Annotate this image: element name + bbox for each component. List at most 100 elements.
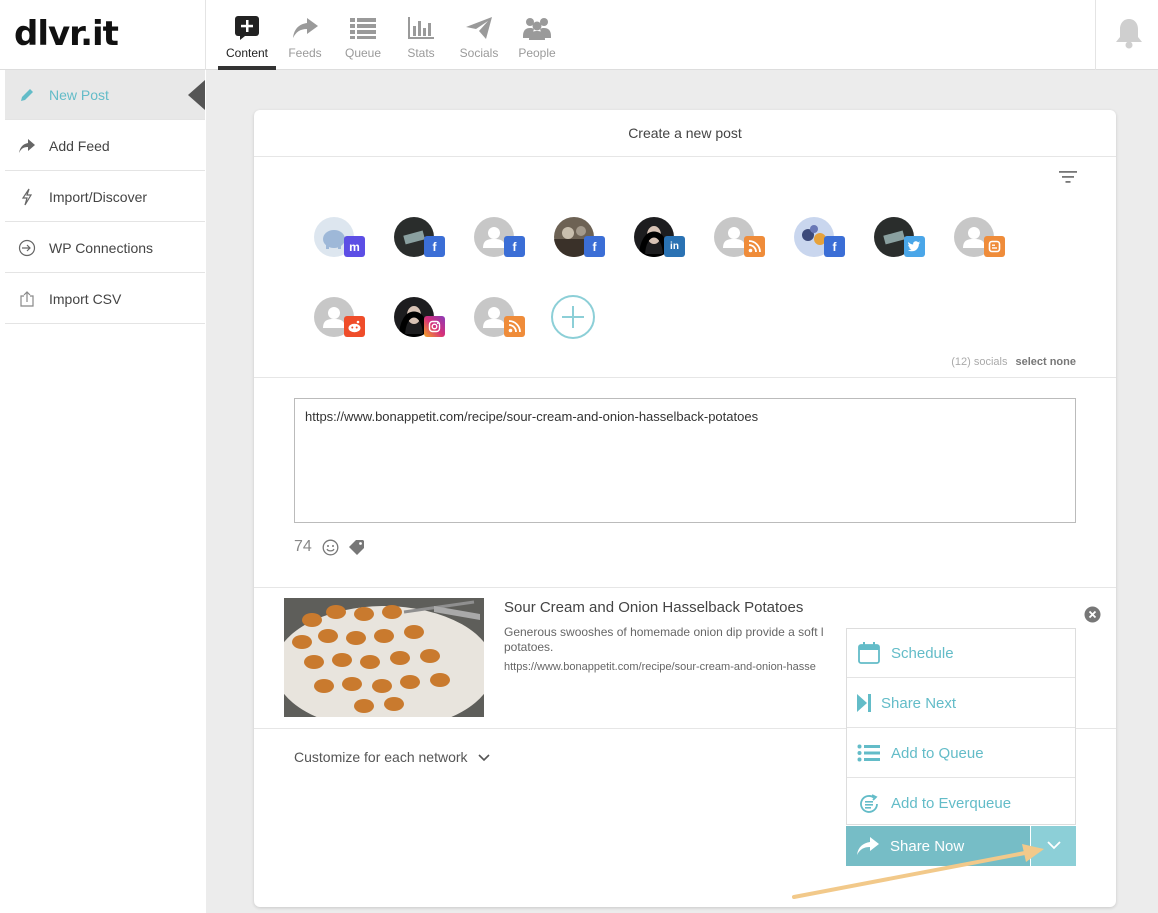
share-now-button[interactable]: Share Now <box>846 826 1030 866</box>
nav-label: Socials <box>459 46 499 60</box>
bar-chart-icon <box>407 16 435 45</box>
divider <box>254 377 1116 378</box>
social-avatar-facebook[interactable]: f <box>794 217 845 257</box>
menu-item-label: Share Next <box>881 694 957 712</box>
preview-url: https://www.bonappetit.com/recipe/sour-c… <box>504 661 816 673</box>
paper-plane-icon <box>465 16 493 45</box>
top-bar: dlvr.it Content Feeds Queue Stats Social… <box>0 0 1158 70</box>
twitter-icon <box>904 236 925 257</box>
facebook-icon: f <box>584 236 605 257</box>
reddit-icon <box>344 316 365 337</box>
social-avatar-rss[interactable] <box>714 217 765 257</box>
share-options-toggle[interactable] <box>1031 826 1076 866</box>
social-avatar-facebook[interactable]: f <box>394 217 445 257</box>
sidebar-item-label: Import/Discover <box>49 188 148 205</box>
customize-toggle[interactable]: Customize for each network <box>294 749 490 765</box>
upload-icon <box>5 290 49 308</box>
linkedin-icon: in <box>664 236 685 257</box>
character-counter: 74 <box>294 538 312 555</box>
social-avatar-linkedin[interactable]: in <box>634 217 685 257</box>
filter-icon[interactable] <box>1058 170 1078 189</box>
sign-in-icon <box>5 239 49 257</box>
nav-people[interactable]: People <box>508 0 566 70</box>
preview-thumbnail <box>284 598 484 717</box>
social-avatar-mastodon[interactable]: m <box>314 217 365 257</box>
chevron-down-icon <box>1046 837 1061 855</box>
social-avatar-blogger[interactable] <box>954 217 1005 257</box>
list-icon <box>349 16 377 45</box>
lightning-icon <box>5 188 49 206</box>
share-arrow-icon <box>846 836 890 856</box>
list-icon <box>847 744 891 762</box>
nav-label: People <box>518 46 556 60</box>
menu-item-label: Add to Everqueue <box>891 795 1012 812</box>
nav-feeds[interactable]: Feeds <box>276 0 334 70</box>
divider <box>254 587 1116 588</box>
instagram-icon <box>424 316 445 337</box>
sidebar-item-label: New Post <box>49 86 109 103</box>
menu-item-schedule[interactable]: Schedule <box>847 629 1075 678</box>
nav-label: Queue <box>344 46 382 60</box>
nav-label: Content <box>225 46 269 60</box>
sidebar-item-import-csv[interactable]: Import CSV <box>5 274 205 324</box>
share-arrow-icon <box>291 16 319 45</box>
share-options-menu: Schedule Share Next Add to Queue Add to … <box>846 628 1076 825</box>
close-icon[interactable] <box>1084 606 1101 628</box>
social-avatar-twitter[interactable] <box>874 217 925 257</box>
select-none-link[interactable]: select none <box>1015 356 1076 368</box>
nav-content[interactable]: Content <box>218 0 276 70</box>
menu-item-label: Add to Queue <box>891 744 984 762</box>
refresh-list-icon <box>847 793 891 815</box>
socials-count: (12) socials select none <box>951 356 1076 368</box>
sidebar-item-new-post[interactable]: New Post <box>5 70 205 120</box>
menu-item-label: Schedule <box>891 644 954 662</box>
share-arrow-icon <box>5 138 49 154</box>
main-nav: Content Feeds Queue Stats Socials People <box>218 0 566 70</box>
preview-title: Sour Cream and Onion Hasselback Potatoes <box>504 599 804 616</box>
nav-queue[interactable]: Queue <box>334 0 392 70</box>
plus-square-icon <box>234 16 260 45</box>
sidebar-item-wp-connections[interactable]: WP Connections <box>5 223 205 273</box>
sidebar: New Post Add Feed Import/Discover WP Con… <box>0 70 206 913</box>
chevron-down-icon <box>477 749 490 765</box>
facebook-icon: f <box>824 236 845 257</box>
customize-label: Customize for each network <box>294 749 468 765</box>
facebook-icon: f <box>504 236 525 257</box>
logo-area: dlvr.it <box>0 0 206 70</box>
logo[interactable]: dlvr.it <box>14 14 119 54</box>
share-now-label: Share Now <box>890 837 965 855</box>
sidebar-item-import-discover[interactable]: Import/Discover <box>5 172 205 222</box>
facebook-icon: f <box>424 236 445 257</box>
rss-icon <box>504 316 525 337</box>
social-avatar-facebook[interactable]: f <box>474 217 525 257</box>
social-avatar-reddit[interactable] <box>314 297 365 337</box>
add-social-button[interactable] <box>551 295 595 339</box>
mastodon-icon: m <box>344 236 365 257</box>
pencil-icon <box>5 87 49 103</box>
rss-icon <box>744 236 765 257</box>
notifications-area <box>1095 0 1158 70</box>
card-title: Create a new post <box>254 110 1116 157</box>
menu-item-add-to-queue[interactable]: Add to Queue <box>847 729 1075 778</box>
emoji-icon[interactable] <box>322 539 339 561</box>
bell-icon[interactable] <box>1115 17 1143 49</box>
nav-label: Stats <box>407 46 435 60</box>
menu-item-add-to-everqueue[interactable]: Add to Everqueue <box>847 779 1075 828</box>
nav-label: Feeds <box>288 46 322 60</box>
calendar-icon <box>847 642 891 664</box>
sidebar-item-label: Add Feed <box>49 137 110 154</box>
post-text-input[interactable] <box>294 398 1076 523</box>
sidebar-item-label: Import CSV <box>49 290 122 307</box>
social-avatar-rss[interactable] <box>474 297 525 337</box>
socials-count-label: (12) socials <box>951 356 1008 368</box>
tag-icon[interactable] <box>348 539 365 561</box>
sidebar-item-add-feed[interactable]: Add Feed <box>5 121 205 171</box>
social-avatar-instagram[interactable] <box>394 297 445 337</box>
people-icon <box>522 16 552 45</box>
nav-stats[interactable]: Stats <box>392 0 450 70</box>
social-avatar-facebook[interactable]: f <box>554 217 605 257</box>
nav-socials[interactable]: Socials <box>450 0 508 70</box>
menu-item-share-next[interactable]: Share Next <box>847 679 1075 728</box>
sidebar-item-label: WP Connections <box>49 239 154 256</box>
blogger-icon <box>984 236 1005 257</box>
